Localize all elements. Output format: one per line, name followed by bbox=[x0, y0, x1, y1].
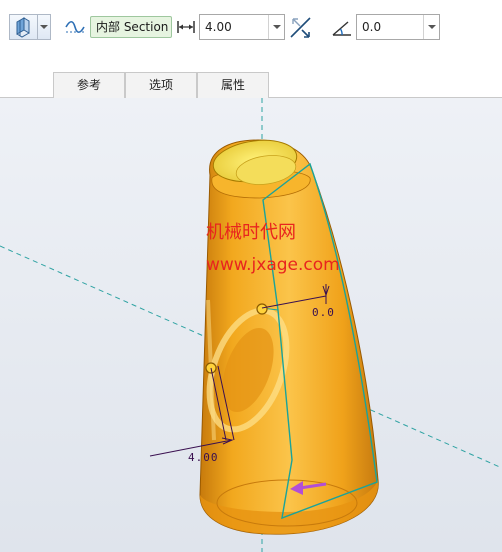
section-type-split-button[interactable] bbox=[9, 14, 51, 40]
section-name-label[interactable]: 内部 Section bbox=[90, 16, 172, 38]
chevron-down-icon bbox=[40, 25, 48, 29]
graphics-viewport[interactable]: 0.0 4.00 机械时代网 www.jxage.com bbox=[0, 98, 502, 552]
offset-value-text: 4.00 bbox=[205, 20, 232, 34]
rotation-angle-combo[interactable]: 0.0 bbox=[356, 14, 440, 40]
model-scene[interactable]: 0.0 4.00 bbox=[0, 98, 502, 552]
offset-distance-icon bbox=[176, 19, 196, 35]
tab-options[interactable]: 选项 bbox=[125, 72, 197, 98]
section-type-button[interactable] bbox=[10, 15, 38, 39]
tab-references[interactable]: 参考 bbox=[53, 72, 125, 98]
dashboard-tab-strip: 参考 选项 属性 bbox=[0, 72, 502, 98]
dimension-top-text[interactable]: 0.0 bbox=[312, 306, 335, 319]
watermark-url: www.jxage.com bbox=[206, 255, 340, 275]
dashboard-toolbar: 内部 Section 4.00 0.0 bbox=[0, 0, 502, 72]
rotation-angle-dropdown[interactable] bbox=[423, 15, 439, 39]
rotation-angle-text: 0.0 bbox=[362, 20, 382, 34]
chevron-down-icon bbox=[273, 25, 281, 29]
section-type-dropdown[interactable] bbox=[38, 15, 50, 39]
section-line-icon[interactable] bbox=[64, 18, 86, 36]
drag-handle-top[interactable] bbox=[256, 303, 268, 315]
flip-direction-icon[interactable] bbox=[288, 15, 314, 41]
offset-value-combo[interactable]: 4.00 bbox=[199, 14, 285, 40]
chevron-down-icon bbox=[428, 25, 436, 29]
tab-properties[interactable]: 属性 bbox=[197, 72, 269, 98]
dimension-left-text[interactable]: 4.00 bbox=[188, 451, 219, 464]
rotation-angle-icon bbox=[331, 18, 353, 38]
watermark-cn: 机械时代网 bbox=[206, 222, 296, 243]
offset-value-dropdown[interactable] bbox=[268, 15, 284, 39]
planar-section-icon bbox=[16, 17, 30, 38]
